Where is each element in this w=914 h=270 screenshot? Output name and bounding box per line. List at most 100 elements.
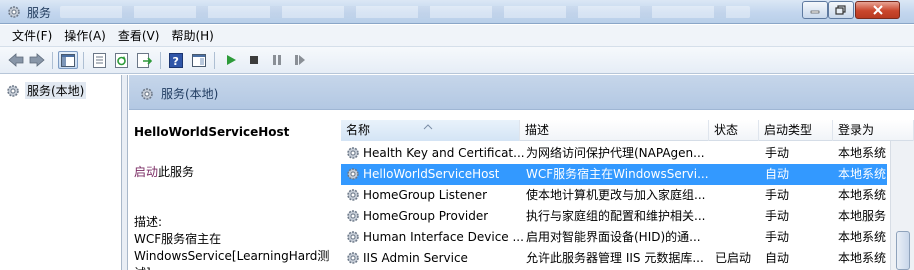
service-startup-cell: 手动 bbox=[765, 230, 790, 244]
sort-ascending-icon bbox=[423, 124, 433, 130]
start-service-link[interactable]: 启动 bbox=[134, 165, 158, 179]
service-row[interactable]: IIS Admin Service 允许此服务器管理 IIS 元数据库... 已启动… bbox=[341, 248, 887, 269]
properties-icon bbox=[92, 52, 106, 68]
service-row[interactable]: HomeGroup Provider 执行与家庭组的配置和维护相关... 手动 本地服… bbox=[341, 206, 887, 227]
toolbar-separator bbox=[214, 52, 215, 69]
column-header-label: 启动类型 bbox=[764, 123, 813, 137]
service-logon-cell: 本地系统 bbox=[838, 230, 887, 244]
services-gear-icon bbox=[8, 6, 20, 18]
service-row[interactable]: Human Interface Device ... 启用对智能界面设备(HID)… bbox=[341, 227, 887, 248]
service-description-cell: 使本地计算机更改与加入家庭组... bbox=[526, 188, 706, 202]
menu-view[interactable]: 查看(V) bbox=[112, 25, 166, 47]
column-header-description[interactable]: 描述 bbox=[520, 120, 709, 141]
minimize-icon bbox=[810, 10, 820, 14]
tree-node-services-local[interactable]: 服务(本地) bbox=[5, 82, 87, 99]
pane-header: 服务(本地) bbox=[129, 75, 914, 110]
service-gear-icon bbox=[347, 252, 359, 264]
column-header-label: 描述 bbox=[525, 123, 550, 137]
properties-button[interactable] bbox=[89, 51, 109, 69]
start-service-button[interactable] bbox=[221, 51, 241, 69]
scrollbar-thumb[interactable] bbox=[896, 231, 910, 270]
refresh-button[interactable] bbox=[112, 51, 132, 69]
stop-icon bbox=[250, 56, 258, 64]
menu-file[interactable]: 文件(F) bbox=[6, 25, 58, 47]
service-startup-cell: 手动 bbox=[765, 146, 790, 160]
svg-text:?: ? bbox=[173, 55, 179, 68]
service-row[interactable]: HelloWorldServiceHost WCF服务宿主在WindowsServ… bbox=[341, 164, 887, 185]
services-gear-icon bbox=[141, 87, 153, 100]
show-hide-tree-button[interactable] bbox=[58, 51, 78, 69]
service-description-cell: WCF服务宿主在WindowsServi... bbox=[526, 167, 709, 181]
close-button[interactable] bbox=[855, 1, 900, 19]
list-header: 名称 描述 状态 启动类型 登录为 bbox=[341, 120, 914, 141]
restart-service-button[interactable] bbox=[290, 51, 310, 69]
service-logon-cell: 本地服务 bbox=[838, 209, 887, 223]
toolbar-separator bbox=[160, 52, 161, 69]
column-header-status[interactable]: 状态 bbox=[709, 120, 759, 141]
service-startup-cell: 自动 bbox=[765, 251, 790, 265]
service-detail-panel: HelloWorldServiceHost 启动此服务 描述: WCF服务宿主在… bbox=[129, 110, 341, 270]
service-list: 名称 描述 状态 启动类型 登录为 Health Key and Certifi… bbox=[341, 110, 914, 270]
start-service-line: 启动此服务 bbox=[134, 163, 194, 180]
back-arrow-icon bbox=[8, 53, 24, 67]
services-gear-icon bbox=[7, 84, 19, 97]
export-list-button[interactable] bbox=[135, 51, 155, 69]
toolbar-separator bbox=[52, 52, 53, 69]
service-row[interactable]: Health Key and Certificat... 为网络访问保护代理(NA… bbox=[341, 143, 887, 164]
description-text: WCF服务宿主在WindowsService[LearningHard测试] bbox=[134, 232, 330, 270]
show-action-pane-button[interactable] bbox=[189, 51, 209, 69]
help-button[interactable]: ? bbox=[166, 51, 186, 69]
menu-action[interactable]: 操作(A) bbox=[58, 25, 112, 47]
back-button[interactable] bbox=[6, 51, 26, 69]
blurred-taskbar-region bbox=[60, 6, 750, 18]
column-header-startup-type[interactable]: 启动类型 bbox=[759, 120, 833, 141]
title-bar: 服务 bbox=[0, 0, 914, 24]
menu-bar: 文件(F) 操作(A) 查看(V) 帮助(H) bbox=[0, 25, 914, 47]
service-startup-cell: 自动 bbox=[765, 167, 790, 181]
service-gear-icon bbox=[347, 168, 359, 180]
column-header-name[interactable]: 名称 bbox=[341, 120, 520, 141]
restore-icon bbox=[835, 5, 846, 15]
service-description-cell: 执行与家庭组的配置和维护相关... bbox=[526, 209, 706, 223]
maximize-button[interactable] bbox=[828, 1, 854, 19]
start-service-suffix: 此服务 bbox=[158, 165, 195, 179]
refresh-icon bbox=[115, 52, 128, 68]
action-pane-icon bbox=[192, 53, 206, 67]
service-name-cell: Health Key and Certificat... bbox=[363, 146, 525, 160]
service-gear-icon bbox=[347, 147, 359, 159]
help-book-icon: ? bbox=[169, 52, 183, 68]
pane-title: 服务(本地) bbox=[161, 87, 219, 101]
minimize-button[interactable] bbox=[802, 1, 828, 19]
service-row[interactable]: HomeGroup Listener 使本地计算机更改与加入家庭组... 手动 本地系… bbox=[341, 185, 887, 206]
column-header-logon[interactable]: 登录为 bbox=[833, 120, 914, 141]
console-tree-icon bbox=[61, 53, 75, 67]
service-logon-cell: 本地系统 bbox=[838, 167, 887, 181]
service-name-cell: IIS Admin Service bbox=[363, 251, 468, 265]
pause-icon bbox=[273, 55, 281, 65]
toolbar-separator bbox=[83, 52, 84, 69]
service-logon-cell: 本地系统 bbox=[838, 188, 887, 202]
service-logon-cell: 本地系统 bbox=[838, 146, 887, 160]
forward-button[interactable] bbox=[27, 51, 47, 69]
service-name-cell: HelloWorldServiceHost bbox=[363, 167, 500, 181]
service-gear-icon bbox=[347, 231, 359, 243]
service-gear-icon bbox=[347, 189, 359, 201]
close-icon bbox=[872, 5, 883, 15]
window-title: 服务 bbox=[27, 6, 52, 20]
pause-service-button[interactable] bbox=[267, 51, 287, 69]
service-description-cell: 为网络访问保护代理(NAPAgen... bbox=[526, 146, 705, 160]
vertical-scrollbar[interactable] bbox=[890, 141, 914, 270]
pane-splitter[interactable] bbox=[122, 75, 128, 270]
forward-arrow-icon bbox=[29, 53, 45, 67]
service-startup-cell: 手动 bbox=[765, 209, 790, 223]
export-icon bbox=[137, 52, 153, 68]
service-logon-cell: 本地系统 bbox=[838, 251, 887, 265]
service-description-cell: 允许此服务器管理 IIS 元数据库... bbox=[526, 251, 704, 265]
service-name-cell: HomeGroup Listener bbox=[363, 188, 488, 202]
menu-help[interactable]: 帮助(H) bbox=[165, 25, 219, 47]
service-name-cell: HomeGroup Provider bbox=[363, 209, 489, 223]
stop-service-button[interactable] bbox=[244, 51, 264, 69]
restart-icon bbox=[295, 55, 305, 65]
column-header-label: 名称 bbox=[346, 123, 371, 137]
toolbar: ? bbox=[0, 47, 914, 74]
